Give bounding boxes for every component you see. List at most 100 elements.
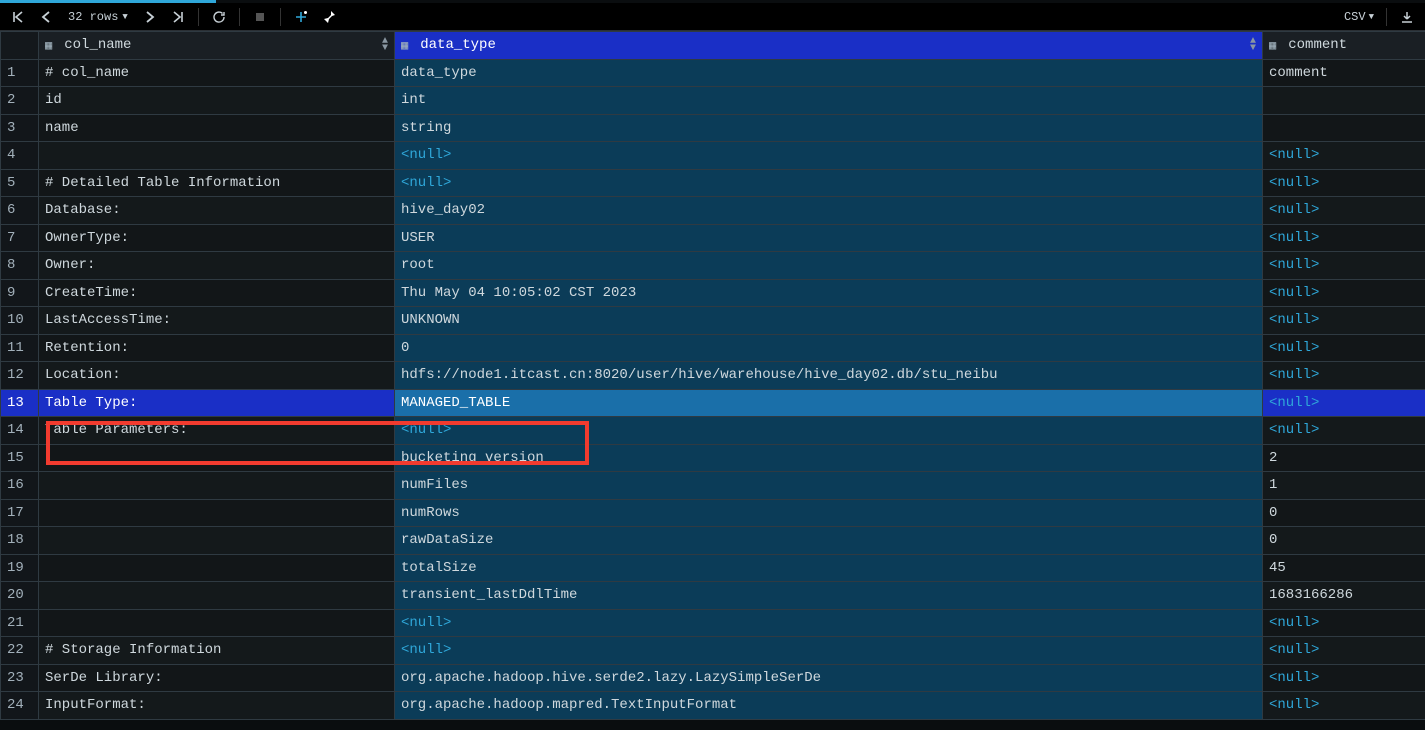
cell[interactable]: MANAGED_TABLE	[395, 389, 1263, 417]
column-header-data-type[interactable]: ▦data_type ▲▼	[395, 32, 1263, 60]
cell[interactable]: <null>	[1263, 197, 1425, 225]
sort-icon[interactable]: ▲▼	[382, 38, 388, 52]
table-row[interactable]: 6Database:hive_day02<null>	[1, 197, 1425, 225]
cell[interactable]: int	[395, 87, 1263, 115]
column-header-col-name[interactable]: ▦col_name ▲▼	[39, 32, 395, 60]
cell[interactable]: <null>	[1263, 664, 1425, 692]
row-number[interactable]: 23	[1, 664, 39, 692]
cell[interactable]: # Storage Information	[39, 637, 395, 665]
cell[interactable]: <null>	[1263, 609, 1425, 637]
gutter-header[interactable]	[1, 32, 39, 60]
table-row[interactable]: 11Retention:0<null>	[1, 334, 1425, 362]
sort-icon[interactable]: ▲▼	[1250, 38, 1256, 52]
cell[interactable]: 45	[1263, 554, 1425, 582]
column-header-comment[interactable]: ▦comment	[1263, 32, 1425, 60]
cell[interactable]: 1	[1263, 472, 1425, 500]
table-row[interactable]: 3namestring	[1, 114, 1425, 142]
table-row[interactable]: 24InputFormat:org.apache.hadoop.mapred.T…	[1, 692, 1425, 720]
cell[interactable]: Retention:	[39, 334, 395, 362]
table-row[interactable]: 12Location:hdfs://node1.itcast.cn:8020/u…	[1, 362, 1425, 390]
cell[interactable]: string	[395, 114, 1263, 142]
cell[interactable]: LastAccessTime:	[39, 307, 395, 335]
row-number[interactable]: 24	[1, 692, 39, 720]
row-number[interactable]: 10	[1, 307, 39, 335]
cell[interactable]: org.apache.hadoop.hive.serde2.lazy.LazyS…	[395, 664, 1263, 692]
row-number[interactable]: 17	[1, 499, 39, 527]
cell[interactable]: 2	[1263, 444, 1425, 472]
first-page-button[interactable]	[6, 6, 30, 28]
row-number[interactable]: 13	[1, 389, 39, 417]
cell[interactable]: data_type	[395, 59, 1263, 87]
cell[interactable]: <null>	[1263, 142, 1425, 170]
row-number[interactable]: 16	[1, 472, 39, 500]
pin-button[interactable]	[317, 6, 341, 28]
prev-page-button[interactable]	[34, 6, 58, 28]
table-row[interactable]: 16 numFiles1	[1, 472, 1425, 500]
cell[interactable]: <null>	[1263, 224, 1425, 252]
table-row[interactable]: 19 totalSize45	[1, 554, 1425, 582]
table-row[interactable]: 4 <null><null>	[1, 142, 1425, 170]
table-row[interactable]: 20transient_lastDdlTime1683166286	[1, 582, 1425, 610]
cell[interactable]: <null>	[1263, 334, 1425, 362]
cell[interactable]: name	[39, 114, 395, 142]
cell[interactable]	[39, 609, 395, 637]
row-number[interactable]: 19	[1, 554, 39, 582]
row-number[interactable]: 21	[1, 609, 39, 637]
cell[interactable]	[39, 582, 395, 610]
cell[interactable]: numFiles	[395, 472, 1263, 500]
cell[interactable]: CreateTime:	[39, 279, 395, 307]
cell[interactable]	[39, 472, 395, 500]
row-number[interactable]: 9	[1, 279, 39, 307]
cell[interactable]: <null>	[1263, 252, 1425, 280]
cell[interactable]	[39, 444, 395, 472]
row-number[interactable]: 8	[1, 252, 39, 280]
row-number[interactable]: 5	[1, 169, 39, 197]
cell[interactable]: <null>	[1263, 279, 1425, 307]
cell[interactable]: <null>	[395, 417, 1263, 445]
cell[interactable]	[39, 142, 395, 170]
cell[interactable]: Table Parameters:	[39, 417, 395, 445]
row-number[interactable]: 4	[1, 142, 39, 170]
table-row[interactable]: 21<null><null>	[1, 609, 1425, 637]
cell[interactable]: root	[395, 252, 1263, 280]
table-row[interactable]: 23SerDe Library:org.apache.hadoop.hive.s…	[1, 664, 1425, 692]
cell[interactable]: <null>	[395, 637, 1263, 665]
cell[interactable]	[39, 499, 395, 527]
table-row[interactable]: 18rawDataSize0	[1, 527, 1425, 555]
cell[interactable]: InputFormat:	[39, 692, 395, 720]
cell[interactable]: <null>	[395, 142, 1263, 170]
row-number[interactable]: 12	[1, 362, 39, 390]
cell[interactable]: # Detailed Table Information	[39, 169, 395, 197]
table-row[interactable]: 5# Detailed Table Information<null><null…	[1, 169, 1425, 197]
cell[interactable]: <null>	[1263, 362, 1425, 390]
download-button[interactable]	[1395, 6, 1419, 28]
table-row[interactable]: 22# Storage Information<null><null>	[1, 637, 1425, 665]
cell[interactable]: <null>	[1263, 389, 1425, 417]
last-page-button[interactable]	[166, 6, 190, 28]
row-number[interactable]: 7	[1, 224, 39, 252]
cell[interactable]: 0	[1263, 499, 1425, 527]
cell[interactable]: 0	[1263, 527, 1425, 555]
cell[interactable]: totalSize	[395, 554, 1263, 582]
cell[interactable]: hdfs://node1.itcast.cn:8020/user/hive/wa…	[395, 362, 1263, 390]
table-row[interactable]: 9CreateTime:Thu May 04 10:05:02 CST 2023…	[1, 279, 1425, 307]
row-number[interactable]: 15	[1, 444, 39, 472]
cell[interactable]: id	[39, 87, 395, 115]
cell[interactable]	[39, 554, 395, 582]
table-row[interactable]: 10LastAccessTime:UNKNOWN<null>	[1, 307, 1425, 335]
cell[interactable]: <null>	[1263, 169, 1425, 197]
table-row[interactable]: 2idint	[1, 87, 1425, 115]
cell[interactable]: <null>	[395, 169, 1263, 197]
cell[interactable]: Owner:	[39, 252, 395, 280]
cell[interactable]	[39, 527, 395, 555]
cell[interactable]: Database:	[39, 197, 395, 225]
cell[interactable]: Table Type:	[39, 389, 395, 417]
cell[interactable]: # col_name	[39, 59, 395, 87]
cell[interactable]	[1263, 114, 1425, 142]
table-row[interactable]: 13Table Type:MANAGED_TABLE<null>	[1, 389, 1425, 417]
table-row[interactable]: 7OwnerType:USER<null>	[1, 224, 1425, 252]
cell[interactable]: hive_day02	[395, 197, 1263, 225]
cell[interactable]: <null>	[1263, 692, 1425, 720]
stop-button[interactable]	[248, 6, 272, 28]
cell[interactable]: numRows	[395, 499, 1263, 527]
